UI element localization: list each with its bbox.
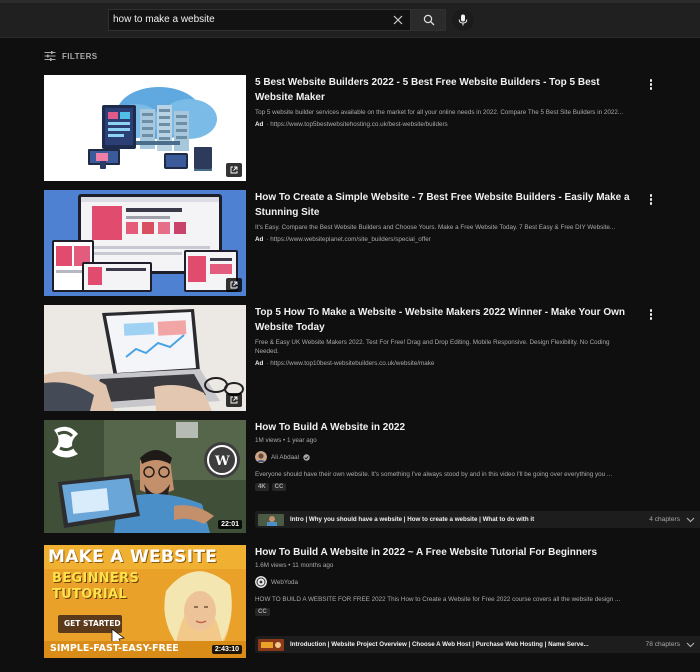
filter-sliders-icon <box>44 51 56 61</box>
filters-label: FILTERS <box>62 51 98 61</box>
cloud-hosting-illustration <box>88 87 217 171</box>
ad-result[interactable]: How To Create a Simple Website - 7 Best … <box>44 190 664 296</box>
ad-url[interactable]: · https://www.top10best-websitebuilders.… <box>266 360 434 367</box>
video-description: Everyone should have their own website. … <box>255 471 613 478</box>
more-options-icon[interactable] <box>647 194 655 208</box>
ad-url[interactable]: · https://www.top5bestwebsitehosting.co.… <box>266 121 447 128</box>
search-button[interactable] <box>410 9 446 31</box>
external-link-icon <box>230 281 238 289</box>
badge-cc: CC <box>255 608 270 616</box>
video-thumbnail[interactable]: MAKE A WEBSITE BEGINNERS TUTORIAL GET ST… <box>44 545 246 658</box>
video-views: 1.6M views • 11 months ago <box>255 562 334 569</box>
presenter-thumbnail-illustration: W <box>44 420 246 533</box>
ad-title[interactable]: 5 Best Website Builders 2022 - 5 Best Fr… <box>255 75 635 105</box>
video-thumbnail[interactable]: W 22:01 <box>44 420 246 533</box>
thumb-get-started: GET STARTED <box>64 619 121 628</box>
ad-badge: Ad <box>255 121 264 128</box>
ad-source: Ad · https://www.top10best-websitebuilder… <box>255 360 635 367</box>
more-options-icon[interactable] <box>647 309 655 323</box>
search-query[interactable]: how to make a website <box>113 14 215 25</box>
ad-badge: Ad <box>255 360 264 367</box>
filters-button[interactable]: FILTERS <box>44 48 98 64</box>
video-badges: CC <box>255 608 655 616</box>
ad-url[interactable]: · https://www.websiteplanet.com/site_bui… <box>266 236 430 243</box>
channel-link[interactable]: Ali Abdaal <box>255 451 655 463</box>
ad-description: It's Easy. Compare the Best Website Buil… <box>255 224 616 231</box>
ad-title[interactable]: How To Create a Simple Website - 7 Best … <box>255 190 635 220</box>
chapters-bar[interactable]: Introduction | Website Project Overview … <box>255 636 700 653</box>
top-bar: how to make a website <box>0 0 700 38</box>
channel-avatar[interactable] <box>255 576 267 588</box>
ad-thumbnail[interactable] <box>44 190 246 296</box>
chapter-thumbnail <box>258 638 284 651</box>
thumb-subheadline-2: TUTORIAL <box>52 587 127 602</box>
ad-details: Top 5 How To Make a Website - Website Ma… <box>255 305 635 367</box>
thumb-subheadline-1: BEGINNERS <box>52 571 140 586</box>
ad-result[interactable]: Top 5 How To Make a Website - Website Ma… <box>44 305 664 411</box>
search-icon <box>423 14 435 26</box>
chapters-list-text[interactable]: Intro | Why you should have a website | … <box>290 516 643 523</box>
thumb-footer: SIMPLE-FAST-EASY-FREE <box>50 643 179 654</box>
badge-4k: 4K <box>255 483 269 491</box>
video-title[interactable]: How To Build A Website in 2022 <box>255 420 655 435</box>
chapters-count: 78 chapters <box>645 641 680 648</box>
external-link-icon <box>230 166 238 174</box>
chapters-list-text[interactable]: Introduction | Website Project Overview … <box>290 641 640 648</box>
microphone-icon <box>458 14 468 26</box>
verified-icon <box>303 453 310 461</box>
channel-name[interactable]: Ali Abdaal <box>271 454 299 461</box>
ad-result[interactable]: 5 Best Website Builders 2022 - 5 Best Fr… <box>44 75 664 181</box>
video-details: How To Build A Website in 2022 ~ A Free … <box>255 545 655 616</box>
video-result[interactable]: MAKE A WEBSITE BEGINNERS TUTORIAL GET ST… <box>44 545 700 659</box>
chapters-count: 4 chapters <box>649 516 680 523</box>
thumb-headline: MAKE A WEBSITE <box>48 547 218 567</box>
ad-thumbnail[interactable] <box>44 75 246 181</box>
video-result[interactable]: W 22:01 How To Build A Website in 2022 1… <box>44 420 700 534</box>
ad-details: How To Create a Simple Website - 7 Best … <box>255 190 635 243</box>
channel-avatar[interactable] <box>255 451 267 463</box>
external-link-button[interactable] <box>226 393 242 407</box>
chapter-thumbnail <box>258 513 284 526</box>
video-title[interactable]: How To Build A Website in 2022 ~ A Free … <box>255 545 655 560</box>
ad-details: 5 Best Website Builders 2022 - 5 Best Fr… <box>255 75 635 128</box>
ad-source: Ad · https://www.top5bestwebsitehosting.c… <box>255 121 635 128</box>
video-badges: 4K CC <box>255 483 655 491</box>
external-link-button[interactable] <box>226 163 242 177</box>
website-devices-illustration <box>44 190 246 296</box>
svg-text:W: W <box>214 454 230 469</box>
more-options-icon[interactable] <box>647 79 655 93</box>
ad-description: Free & Easy UK Website Makers 2022. Test… <box>255 339 610 355</box>
video-duration: 2:43:10 <box>211 645 242 654</box>
search-input[interactable]: how to make a website <box>108 9 410 31</box>
ad-source: Ad · https://www.websiteplanet.com/site_b… <box>255 236 635 243</box>
channel-link[interactable]: WebYoda <box>255 576 655 588</box>
video-details: How To Build A Website in 2022 1M views … <box>255 420 655 491</box>
ad-title[interactable]: Top 5 How To Make a Website - Website Ma… <box>255 305 635 335</box>
ad-description: Top 5 website builder services available… <box>255 109 624 116</box>
chapters-bar[interactable]: Intro | Why you should have a website | … <box>255 511 700 528</box>
external-link-icon <box>230 396 238 404</box>
badge-cc: CC <box>271 483 287 491</box>
clear-icon[interactable] <box>392 13 404 27</box>
ad-badge: Ad <box>255 236 264 243</box>
video-duration: 22:01 <box>218 520 242 529</box>
chevron-down-icon[interactable] <box>686 642 695 648</box>
channel-name[interactable]: WebYoda <box>271 579 298 586</box>
chevron-down-icon[interactable] <box>686 517 695 523</box>
video-description: HOW TO BUILD A WEBSITE FOR FREE 2022 Thi… <box>255 596 621 603</box>
laptop-typing-photo <box>44 305 246 411</box>
top-divider <box>0 0 700 3</box>
ad-thumbnail[interactable] <box>44 305 246 411</box>
external-link-button[interactable] <box>226 278 242 292</box>
video-views: 1M views • 1 year ago <box>255 437 317 444</box>
voice-search-button[interactable] <box>452 9 474 31</box>
